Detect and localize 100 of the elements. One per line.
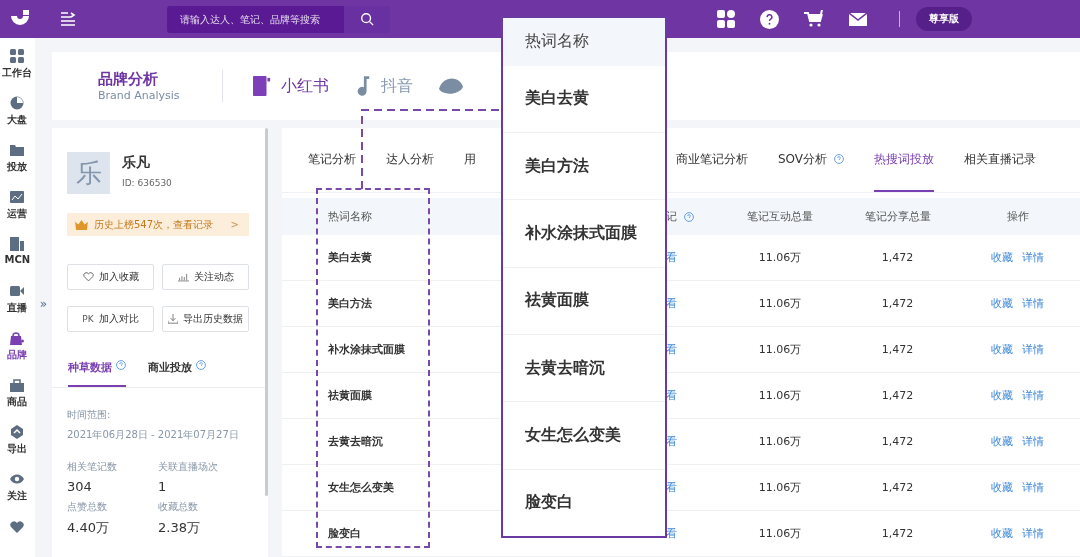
action-button[interactable]: PK 加入对比 [67, 306, 154, 332]
view-link[interactable]: 看 [666, 480, 677, 495]
keyword-cell-text: 补水涂抹式面膜 [327, 342, 406, 357]
table-cell-text: 1,472 [880, 435, 915, 448]
apps-icon[interactable] [717, 10, 735, 28]
section-tab[interactable]: 商业笔记分析 [676, 128, 748, 192]
section-tab[interactable]: 热搜词投放 [874, 128, 935, 192]
nav-item[interactable]: MCN [4, 237, 31, 284]
keyword-cell-text: 美白方法 [327, 296, 373, 311]
keyword-cell: 女生怎么变美 [503, 402, 665, 470]
page-title: 品牌分析 [98, 70, 159, 89]
up-icon [10, 425, 25, 439]
action-link[interactable]: 详情 [1022, 480, 1044, 495]
action-button[interactable]: 关注动态 [162, 264, 249, 290]
chart-icon [177, 272, 189, 282]
nav-item[interactable]: 直播 [7, 284, 28, 331]
nav-item[interactable]: 品牌 [7, 331, 28, 378]
edition-badge[interactable]: 尊享版 [916, 7, 972, 31]
stat-label: 点赞总数 [67, 500, 108, 514]
table-cell-text: 1,472 [880, 527, 915, 540]
menu-icon[interactable] [60, 12, 76, 26]
view-link[interactable]: 看 [666, 526, 677, 541]
action-link[interactable]: 详情 [1022, 388, 1044, 403]
data-tab[interactable]: 种草数据 [68, 360, 126, 387]
action-link[interactable]: 详情 [1022, 434, 1044, 449]
action-link[interactable]: 收藏 [991, 342, 1013, 357]
nav-item[interactable]: 投放 [7, 143, 28, 190]
help-icon [116, 360, 126, 370]
action-link[interactable]: 收藏 [991, 434, 1013, 449]
section-tab[interactable]: SOV分析 [778, 128, 845, 192]
action-link[interactable]: 收藏 [991, 296, 1013, 311]
table-cell-text: 11.06万 [757, 434, 803, 449]
scrollbar[interactable] [265, 128, 268, 496]
stat-value: 1 [158, 479, 168, 494]
action-link[interactable]: 详情 [1022, 296, 1044, 311]
platform-tab[interactable]: 小红书 [253, 75, 329, 97]
brand-id: ID: 636530 [122, 178, 172, 188]
download-icon [168, 314, 178, 324]
section-tab[interactable]: 用 [464, 128, 476, 192]
nav-item[interactable]: 关注 [7, 472, 28, 519]
date-range: 2021年06月28日 - 2021年07月27日 [67, 428, 240, 442]
table-cell-text: 11.06万 [757, 342, 803, 357]
collapse-toggle[interactable]: » [39, 297, 47, 311]
range-label: 时间范围: [67, 408, 112, 422]
section-tab[interactable]: 达人分析 [386, 128, 434, 192]
view-link[interactable]: 看 [666, 250, 677, 265]
view-link[interactable]: 看 [666, 296, 677, 311]
heart-icon[interactable] [10, 521, 25, 533]
table-cell-text: 1,472 [880, 389, 915, 402]
stat-label: 收藏总数 [158, 500, 199, 514]
nav-item[interactable]: 工作台 [2, 49, 33, 96]
action-link[interactable]: 收藏 [991, 480, 1013, 495]
keyword-cell-text: 脸变白 [327, 526, 362, 541]
action-link[interactable]: 详情 [1022, 342, 1044, 357]
keyword-cell: 美白方法 [503, 132, 665, 201]
search-icon[interactable] [360, 12, 374, 26]
view-link[interactable]: 看 [666, 342, 677, 357]
help-icon [196, 360, 206, 370]
help-icon[interactable] [760, 9, 779, 29]
data-tab[interactable]: 商业投放 [148, 360, 206, 387]
action-link[interactable]: 收藏 [991, 526, 1013, 541]
column-header: 笔记分享总量 [863, 209, 932, 224]
trend-icon [10, 190, 25, 204]
nav-item[interactable]: 导出 [7, 425, 28, 472]
keyword-cell: 去黄去暗沉 [503, 334, 665, 403]
section-tab[interactable]: 笔记分析 [308, 128, 356, 192]
keyword-cell-text: 女生怎么变美 [327, 480, 395, 495]
table-cell-text: 11.06万 [757, 388, 803, 403]
shop-icon [10, 378, 25, 392]
table-cell-text: 11.06万 [757, 526, 803, 541]
mail-icon[interactable] [849, 12, 867, 26]
nav-item[interactable]: 商品 [7, 378, 28, 425]
avatar: 乐 [67, 152, 110, 194]
stat-label: 相关笔记数 [67, 460, 118, 474]
nav-item[interactable]: 运营 [7, 190, 28, 237]
view-link[interactable]: 看 [666, 434, 677, 449]
video-icon [10, 284, 25, 298]
action-link[interactable]: 详情 [1022, 526, 1044, 541]
book-icon [253, 76, 271, 96]
action-link[interactable]: 收藏 [991, 250, 1013, 265]
action-link[interactable]: 详情 [1022, 250, 1044, 265]
section-tab[interactable]: 相关直播记录 [964, 128, 1037, 192]
table-cell-text: 11.06万 [757, 480, 803, 495]
nav-item[interactable]: 大盘 [7, 96, 28, 143]
search-field[interactable]: 请输入达人、笔记、品牌等搜索 [167, 5, 344, 33]
cart-icon[interactable] [804, 10, 824, 28]
table-cell-text: 1,472 [880, 343, 915, 356]
heart-icon [82, 272, 94, 282]
keyword-cell-text: 脸变白 [524, 491, 574, 514]
column-header: 操作 [1005, 209, 1030, 224]
help-icon [684, 211, 694, 222]
brand-name: 乐凡 [122, 154, 151, 172]
keyword-cell-text: 祛黄面膜 [327, 388, 373, 403]
folder-icon [10, 143, 25, 157]
view-link[interactable]: 看 [666, 388, 677, 403]
action-button[interactable]: 加入收藏 [67, 264, 154, 290]
table-cell-text: 11.06万 [757, 296, 803, 311]
action-button[interactable]: 导出历史数据 [162, 306, 249, 332]
action-link[interactable]: 收藏 [991, 388, 1013, 403]
keyword-cell: 祛黄面膜 [503, 267, 665, 335]
